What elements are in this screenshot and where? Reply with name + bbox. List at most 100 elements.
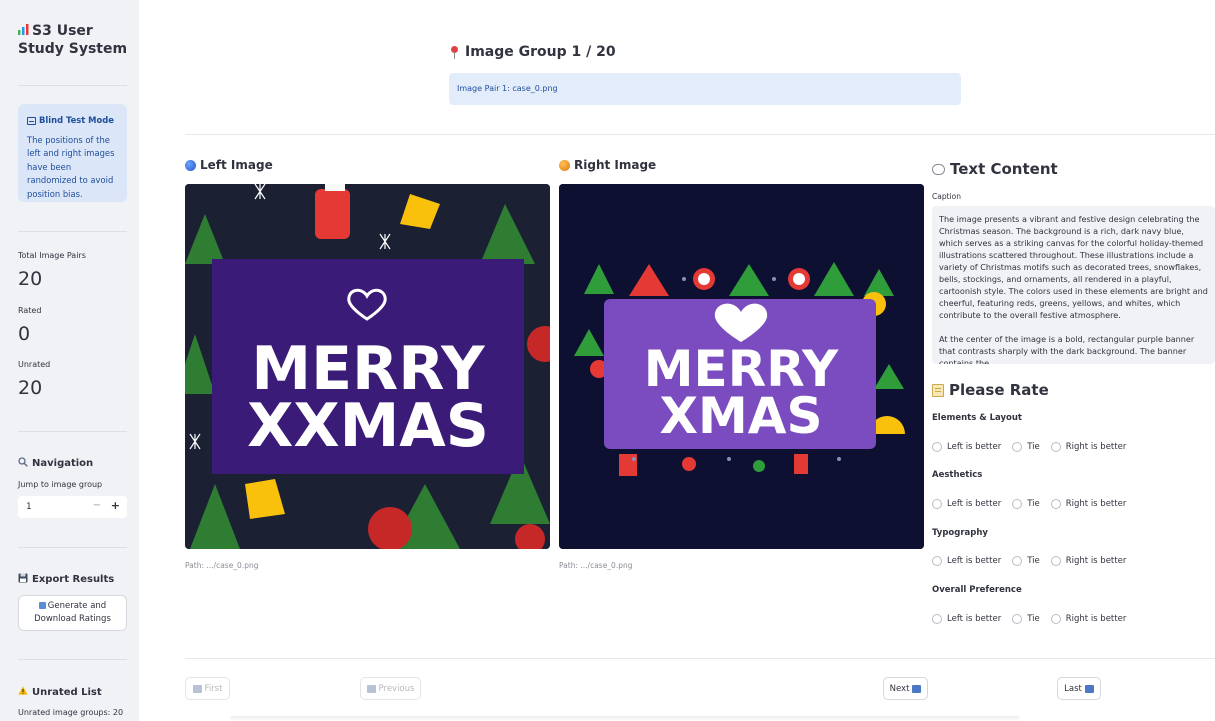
radio-label: Right is better bbox=[1065, 442, 1127, 452]
right-image-path: Path: .../case_0.png bbox=[559, 561, 633, 570]
caption-paragraph: The image presents a vibrant and festive… bbox=[939, 214, 1208, 320]
caption-paragraph: At the center of the image is a bold, re… bbox=[939, 334, 1195, 364]
last-label: Last bbox=[1064, 683, 1082, 694]
radio-group-typography: Left is better Tie Right is better bbox=[932, 556, 1137, 566]
left-banner-line2: XXMAS bbox=[247, 391, 489, 461]
radio-right-better[interactable]: Right is better bbox=[1050, 499, 1127, 509]
stat-value-total: 20 bbox=[18, 268, 43, 290]
blind-test-text: The positions of the left and right imag… bbox=[27, 134, 115, 199]
radio-right-better[interactable]: Right is better bbox=[1050, 614, 1127, 624]
radio-label: Tie bbox=[1027, 442, 1040, 452]
pair-info-banner: Image Pair 1: case_0.png bbox=[449, 73, 961, 105]
first-button[interactable]: First bbox=[185, 677, 230, 700]
radio-circle[interactable] bbox=[1012, 442, 1023, 452]
right-image-heading: Right Image bbox=[559, 158, 656, 172]
info-card-icon bbox=[27, 116, 36, 125]
rating-title: Please Rate bbox=[949, 381, 1049, 399]
app-title: S3 User Study System bbox=[18, 22, 130, 58]
rating-heading: Please Rate bbox=[932, 381, 1049, 399]
left-image-title: Left Image bbox=[200, 158, 273, 172]
radio-circle[interactable] bbox=[1050, 499, 1061, 509]
radio-group-aesthetics: Left is better Tie Right is better bbox=[932, 499, 1137, 509]
pushpin-icon bbox=[450, 45, 459, 59]
radio-label: Right is better bbox=[1065, 614, 1127, 624]
floppy-disk-icon bbox=[18, 573, 28, 586]
next-button[interactable]: Next bbox=[883, 677, 928, 700]
right-image: MERRY XMAS bbox=[559, 184, 924, 549]
magnifier-icon bbox=[18, 457, 28, 470]
radio-right-better[interactable]: Right is better bbox=[1050, 556, 1126, 566]
radio-label: Tie bbox=[1027, 499, 1040, 509]
radio-label: Tie bbox=[1027, 556, 1040, 566]
divider bbox=[18, 231, 127, 232]
previous-button[interactable]: Previous bbox=[360, 677, 421, 700]
left-image-heading: Left Image bbox=[185, 158, 273, 172]
jump-label: Jump to image group bbox=[18, 480, 103, 489]
group-title: Image Group 1 / 20 bbox=[450, 44, 616, 60]
generate-download-button[interactable]: Generate and Download Ratings bbox=[18, 595, 127, 631]
divider bbox=[18, 547, 127, 548]
radio-circle[interactable] bbox=[932, 614, 942, 624]
next-icon bbox=[912, 684, 922, 693]
radio-circle[interactable] bbox=[1050, 614, 1061, 624]
divider bbox=[18, 659, 127, 660]
radio-circle[interactable] bbox=[1050, 442, 1061, 452]
radio-tie[interactable]: Tie bbox=[1012, 499, 1040, 509]
radio-label: Tie bbox=[1027, 614, 1040, 624]
divider bbox=[185, 658, 1215, 659]
question-typography: Typography bbox=[932, 528, 988, 538]
radio-tie[interactable]: Tie bbox=[1012, 614, 1040, 624]
memo-icon bbox=[932, 383, 944, 397]
radio-label: Left is better bbox=[947, 442, 1002, 452]
blind-test-title: Blind Test Mode bbox=[39, 115, 114, 125]
speech-bubble-icon bbox=[932, 163, 945, 175]
radio-group-overall-preference: Left is better Tie Right is better bbox=[932, 614, 1137, 624]
question-elements-layout: Elements & Layout bbox=[932, 413, 1022, 423]
stat-label-total: Total Image Pairs bbox=[18, 251, 86, 260]
radio-left-better[interactable]: Left is better bbox=[932, 556, 1001, 566]
radio-left-better[interactable]: Left is better bbox=[932, 614, 1001, 624]
radio-left-better[interactable]: Left is better bbox=[932, 499, 1001, 509]
left-image: MERRY XXMAS bbox=[185, 184, 550, 549]
divider bbox=[18, 85, 127, 86]
export-heading: Export Results bbox=[18, 573, 114, 586]
sidebar: S3 User Study System Blind Test Mode The… bbox=[0, 0, 139, 721]
radio-circle[interactable] bbox=[932, 442, 942, 452]
radio-circle[interactable] bbox=[932, 499, 942, 509]
divider bbox=[185, 134, 1215, 135]
radio-left-better[interactable]: Left is better bbox=[932, 442, 1001, 452]
export-title: Export Results bbox=[32, 574, 115, 585]
blue-circle-icon bbox=[185, 159, 196, 171]
radio-label: Right is better bbox=[1065, 499, 1127, 509]
question-aesthetics: Aesthetics bbox=[932, 470, 983, 480]
caption-textbox[interactable]: The image presents a vibrant and festive… bbox=[932, 206, 1215, 364]
radio-label: Left is better bbox=[947, 499, 1002, 509]
radio-circle[interactable] bbox=[932, 556, 942, 566]
radio-right-better[interactable]: Right is better bbox=[1050, 442, 1127, 452]
stat-label-rated: Rated bbox=[18, 306, 42, 315]
caption-label: Caption bbox=[932, 192, 961, 201]
next-label: Next bbox=[889, 683, 910, 694]
radio-label: Left is better bbox=[947, 556, 1002, 566]
radio-circle[interactable] bbox=[1012, 499, 1023, 509]
last-icon bbox=[1084, 684, 1094, 693]
radio-tie[interactable]: Tie bbox=[1012, 556, 1040, 566]
download-tray-icon bbox=[38, 602, 46, 609]
radio-group-elements-layout: Left is better Tie Right is better bbox=[932, 442, 1137, 452]
right-image-title: Right Image bbox=[574, 158, 657, 172]
radio-circle[interactable] bbox=[1012, 556, 1023, 566]
radio-circle[interactable] bbox=[1012, 614, 1023, 624]
question-overall-preference: Overall Preference bbox=[932, 585, 1022, 595]
increment-button[interactable]: + bbox=[111, 499, 120, 512]
jump-to-group-stepper[interactable]: 1 − + bbox=[18, 496, 127, 518]
text-content-title: Text Content bbox=[950, 160, 1058, 178]
unrated-title: Unrated List bbox=[32, 686, 102, 698]
radio-circle[interactable] bbox=[1050, 556, 1061, 566]
previous-label: Previous bbox=[378, 683, 415, 694]
decrement-button[interactable]: − bbox=[93, 500, 101, 511]
stat-label-unrated: Unrated bbox=[18, 360, 51, 369]
jump-value[interactable]: 1 bbox=[26, 502, 32, 512]
stat-value-rated: 0 bbox=[18, 323, 31, 345]
last-button[interactable]: Last bbox=[1057, 677, 1101, 700]
radio-tie[interactable]: Tie bbox=[1012, 442, 1040, 452]
